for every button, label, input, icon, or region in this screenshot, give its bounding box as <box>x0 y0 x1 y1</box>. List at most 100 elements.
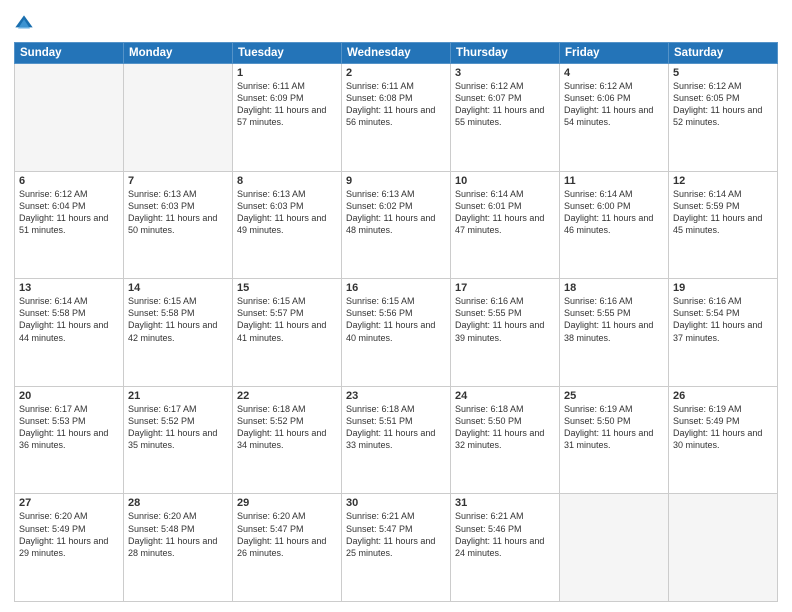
day-info: Sunrise: 6:11 AMSunset: 6:09 PMDaylight:… <box>237 80 337 129</box>
calendar-cell: 1Sunrise: 6:11 AMSunset: 6:09 PMDaylight… <box>233 64 342 172</box>
calendar-cell: 17Sunrise: 6:16 AMSunset: 5:55 PMDayligh… <box>451 279 560 387</box>
day-info: Sunrise: 6:18 AMSunset: 5:50 PMDaylight:… <box>455 403 555 452</box>
day-number: 26 <box>673 390 773 402</box>
day-number: 18 <box>564 282 664 294</box>
day-info: Sunrise: 6:16 AMSunset: 5:54 PMDaylight:… <box>673 295 773 344</box>
calendar-cell: 31Sunrise: 6:21 AMSunset: 5:46 PMDayligh… <box>451 494 560 602</box>
day-info: Sunrise: 6:13 AMSunset: 6:03 PMDaylight:… <box>128 188 228 237</box>
day-number: 16 <box>346 282 446 294</box>
day-info: Sunrise: 6:15 AMSunset: 5:56 PMDaylight:… <box>346 295 446 344</box>
day-number: 22 <box>237 390 337 402</box>
calendar-cell: 16Sunrise: 6:15 AMSunset: 5:56 PMDayligh… <box>342 279 451 387</box>
weekday-header-cell: Wednesday <box>342 43 451 64</box>
calendar-cell <box>124 64 233 172</box>
day-number: 28 <box>128 497 228 509</box>
day-number: 17 <box>455 282 555 294</box>
calendar-week-row: 1Sunrise: 6:11 AMSunset: 6:09 PMDaylight… <box>15 64 778 172</box>
calendar-table: SundayMondayTuesdayWednesdayThursdayFrid… <box>14 42 778 602</box>
day-info: Sunrise: 6:15 AMSunset: 5:58 PMDaylight:… <box>128 295 228 344</box>
header <box>14 10 778 34</box>
day-info: Sunrise: 6:14 AMSunset: 5:59 PMDaylight:… <box>673 188 773 237</box>
calendar-week-row: 20Sunrise: 6:17 AMSunset: 5:53 PMDayligh… <box>15 386 778 494</box>
weekday-header-cell: Saturday <box>669 43 778 64</box>
day-number: 25 <box>564 390 664 402</box>
calendar-cell <box>669 494 778 602</box>
calendar-week-row: 27Sunrise: 6:20 AMSunset: 5:49 PMDayligh… <box>15 494 778 602</box>
day-number: 8 <box>237 175 337 187</box>
day-info: Sunrise: 6:21 AMSunset: 5:46 PMDaylight:… <box>455 510 555 559</box>
day-info: Sunrise: 6:18 AMSunset: 5:52 PMDaylight:… <box>237 403 337 452</box>
day-number: 23 <box>346 390 446 402</box>
day-number: 2 <box>346 67 446 79</box>
day-number: 13 <box>19 282 119 294</box>
calendar-week-row: 13Sunrise: 6:14 AMSunset: 5:58 PMDayligh… <box>15 279 778 387</box>
day-info: Sunrise: 6:13 AMSunset: 6:03 PMDaylight:… <box>237 188 337 237</box>
weekday-header-cell: Thursday <box>451 43 560 64</box>
calendar-cell: 6Sunrise: 6:12 AMSunset: 6:04 PMDaylight… <box>15 171 124 279</box>
calendar-cell: 21Sunrise: 6:17 AMSunset: 5:52 PMDayligh… <box>124 386 233 494</box>
calendar-cell: 30Sunrise: 6:21 AMSunset: 5:47 PMDayligh… <box>342 494 451 602</box>
day-number: 1 <box>237 67 337 79</box>
day-number: 12 <box>673 175 773 187</box>
calendar-cell: 5Sunrise: 6:12 AMSunset: 6:05 PMDaylight… <box>669 64 778 172</box>
calendar-cell: 15Sunrise: 6:15 AMSunset: 5:57 PMDayligh… <box>233 279 342 387</box>
day-number: 21 <box>128 390 228 402</box>
calendar-cell <box>15 64 124 172</box>
day-info: Sunrise: 6:16 AMSunset: 5:55 PMDaylight:… <box>564 295 664 344</box>
calendar-cell: 27Sunrise: 6:20 AMSunset: 5:49 PMDayligh… <box>15 494 124 602</box>
day-number: 11 <box>564 175 664 187</box>
day-number: 29 <box>237 497 337 509</box>
calendar-cell: 28Sunrise: 6:20 AMSunset: 5:48 PMDayligh… <box>124 494 233 602</box>
calendar-cell: 8Sunrise: 6:13 AMSunset: 6:03 PMDaylight… <box>233 171 342 279</box>
day-info: Sunrise: 6:12 AMSunset: 6:06 PMDaylight:… <box>564 80 664 129</box>
calendar-cell: 20Sunrise: 6:17 AMSunset: 5:53 PMDayligh… <box>15 386 124 494</box>
day-info: Sunrise: 6:11 AMSunset: 6:08 PMDaylight:… <box>346 80 446 129</box>
day-number: 27 <box>19 497 119 509</box>
weekday-header-cell: Sunday <box>15 43 124 64</box>
day-number: 6 <box>19 175 119 187</box>
calendar-cell: 4Sunrise: 6:12 AMSunset: 6:06 PMDaylight… <box>560 64 669 172</box>
day-number: 7 <box>128 175 228 187</box>
calendar-cell: 14Sunrise: 6:15 AMSunset: 5:58 PMDayligh… <box>124 279 233 387</box>
day-number: 24 <box>455 390 555 402</box>
day-number: 3 <box>455 67 555 79</box>
day-info: Sunrise: 6:21 AMSunset: 5:47 PMDaylight:… <box>346 510 446 559</box>
day-number: 4 <box>564 67 664 79</box>
calendar-cell: 18Sunrise: 6:16 AMSunset: 5:55 PMDayligh… <box>560 279 669 387</box>
calendar-cell <box>560 494 669 602</box>
weekday-header-cell: Monday <box>124 43 233 64</box>
day-info: Sunrise: 6:14 AMSunset: 5:58 PMDaylight:… <box>19 295 119 344</box>
day-info: Sunrise: 6:19 AMSunset: 5:49 PMDaylight:… <box>673 403 773 452</box>
day-info: Sunrise: 6:16 AMSunset: 5:55 PMDaylight:… <box>455 295 555 344</box>
calendar-cell: 10Sunrise: 6:14 AMSunset: 6:01 PMDayligh… <box>451 171 560 279</box>
calendar-cell: 26Sunrise: 6:19 AMSunset: 5:49 PMDayligh… <box>669 386 778 494</box>
day-info: Sunrise: 6:20 AMSunset: 5:49 PMDaylight:… <box>19 510 119 559</box>
day-info: Sunrise: 6:20 AMSunset: 5:48 PMDaylight:… <box>128 510 228 559</box>
day-info: Sunrise: 6:17 AMSunset: 5:53 PMDaylight:… <box>19 403 119 452</box>
day-info: Sunrise: 6:17 AMSunset: 5:52 PMDaylight:… <box>128 403 228 452</box>
day-info: Sunrise: 6:12 AMSunset: 6:07 PMDaylight:… <box>455 80 555 129</box>
calendar-cell: 29Sunrise: 6:20 AMSunset: 5:47 PMDayligh… <box>233 494 342 602</box>
weekday-header-cell: Tuesday <box>233 43 342 64</box>
calendar-page: SundayMondayTuesdayWednesdayThursdayFrid… <box>0 0 792 612</box>
day-number: 9 <box>346 175 446 187</box>
logo <box>14 14 38 34</box>
logo-icon <box>14 14 34 34</box>
calendar-cell: 24Sunrise: 6:18 AMSunset: 5:50 PMDayligh… <box>451 386 560 494</box>
day-number: 19 <box>673 282 773 294</box>
day-info: Sunrise: 6:12 AMSunset: 6:04 PMDaylight:… <box>19 188 119 237</box>
day-info: Sunrise: 6:14 AMSunset: 6:00 PMDaylight:… <box>564 188 664 237</box>
day-info: Sunrise: 6:12 AMSunset: 6:05 PMDaylight:… <box>673 80 773 129</box>
calendar-week-row: 6Sunrise: 6:12 AMSunset: 6:04 PMDaylight… <box>15 171 778 279</box>
day-number: 31 <box>455 497 555 509</box>
day-number: 15 <box>237 282 337 294</box>
calendar-cell: 7Sunrise: 6:13 AMSunset: 6:03 PMDaylight… <box>124 171 233 279</box>
weekday-header-row: SundayMondayTuesdayWednesdayThursdayFrid… <box>15 43 778 64</box>
calendar-cell: 11Sunrise: 6:14 AMSunset: 6:00 PMDayligh… <box>560 171 669 279</box>
day-number: 10 <box>455 175 555 187</box>
calendar-cell: 3Sunrise: 6:12 AMSunset: 6:07 PMDaylight… <box>451 64 560 172</box>
calendar-cell: 25Sunrise: 6:19 AMSunset: 5:50 PMDayligh… <box>560 386 669 494</box>
calendar-cell: 23Sunrise: 6:18 AMSunset: 5:51 PMDayligh… <box>342 386 451 494</box>
calendar-cell: 22Sunrise: 6:18 AMSunset: 5:52 PMDayligh… <box>233 386 342 494</box>
day-info: Sunrise: 6:13 AMSunset: 6:02 PMDaylight:… <box>346 188 446 237</box>
